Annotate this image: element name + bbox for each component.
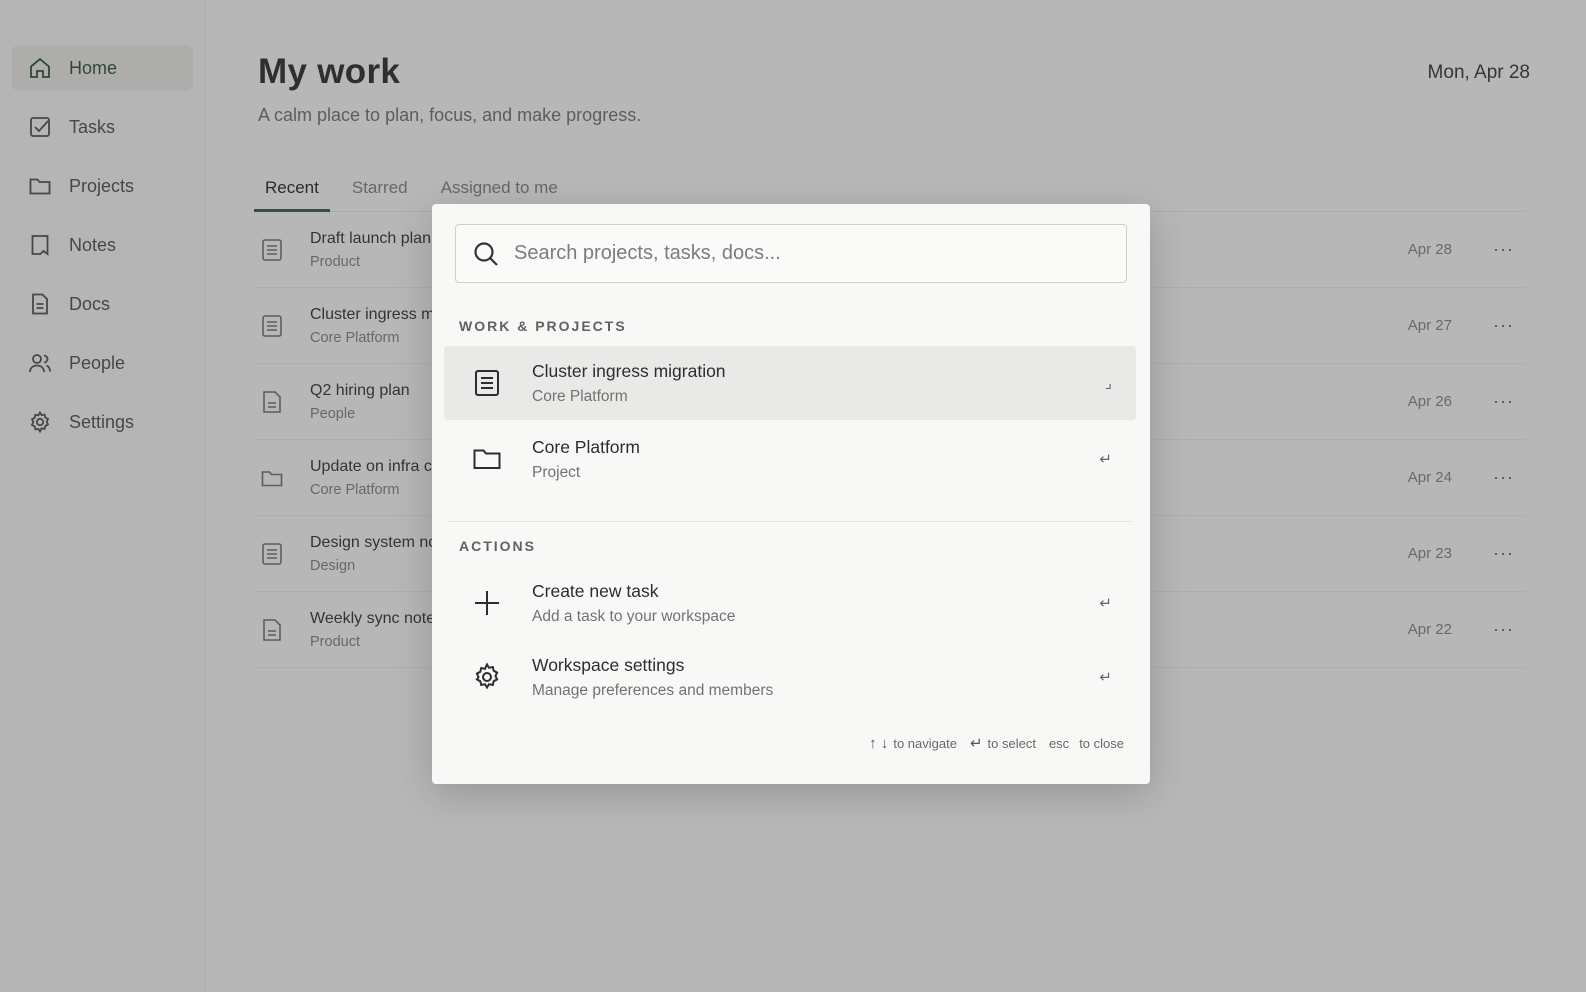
enter-key-icon: ⌟	[1104, 375, 1112, 392]
folder-icon	[473, 449, 501, 469]
action-item-workspace-settings[interactable]: Workspace settings Manage preferences and…	[444, 640, 1136, 714]
enter-key-icon: ↵	[969, 735, 983, 752]
result-item[interactable]: Cluster ingress migration Core Platform ⌟	[444, 346, 1136, 420]
result-subtitle: Project	[532, 463, 581, 481]
gear-icon	[475, 662, 499, 690]
action-title: Create new task	[532, 580, 659, 601]
result-title: Core Platform	[532, 436, 640, 457]
search-icon	[474, 241, 498, 266]
enter-key-icon: ↵	[1099, 669, 1112, 686]
action-subtitle: Manage preferences and members	[532, 681, 774, 699]
enter-key-icon: ↵	[1099, 595, 1112, 612]
section-label-work: WORK & PROJECTS	[459, 318, 627, 334]
result-subtitle: Core Platform	[532, 387, 628, 405]
arrow-keys-icon: ↑ ↓	[869, 734, 889, 752]
search-box[interactable]	[455, 224, 1127, 283]
action-subtitle: Add a task to your workspace	[532, 607, 736, 625]
plus-icon	[475, 591, 499, 615]
document-icon	[475, 370, 499, 396]
action-title: Workspace settings	[532, 654, 685, 675]
command-palette: WORK & PROJECTS Cluster ingress migratio…	[432, 204, 1150, 784]
search-input[interactable]	[514, 242, 1094, 265]
section-label-actions: ACTIONS	[459, 538, 536, 554]
action-item-create-task[interactable]: Create new task Add a task to your worksp…	[444, 566, 1136, 640]
result-title: Cluster ingress migration	[532, 360, 726, 381]
keyboard-hints: ↑ ↓ to navigate ↵ to select esc to close	[869, 734, 1124, 753]
esc-key: esc	[1048, 735, 1070, 751]
hint-select: to select	[987, 735, 1036, 751]
hint-navigate: to navigate	[893, 735, 957, 751]
result-item[interactable]: Core Platform Project ↵	[444, 422, 1136, 496]
enter-key-icon: ↵	[1099, 451, 1112, 468]
hint-close: to close	[1079, 735, 1124, 751]
divider	[449, 521, 1131, 522]
